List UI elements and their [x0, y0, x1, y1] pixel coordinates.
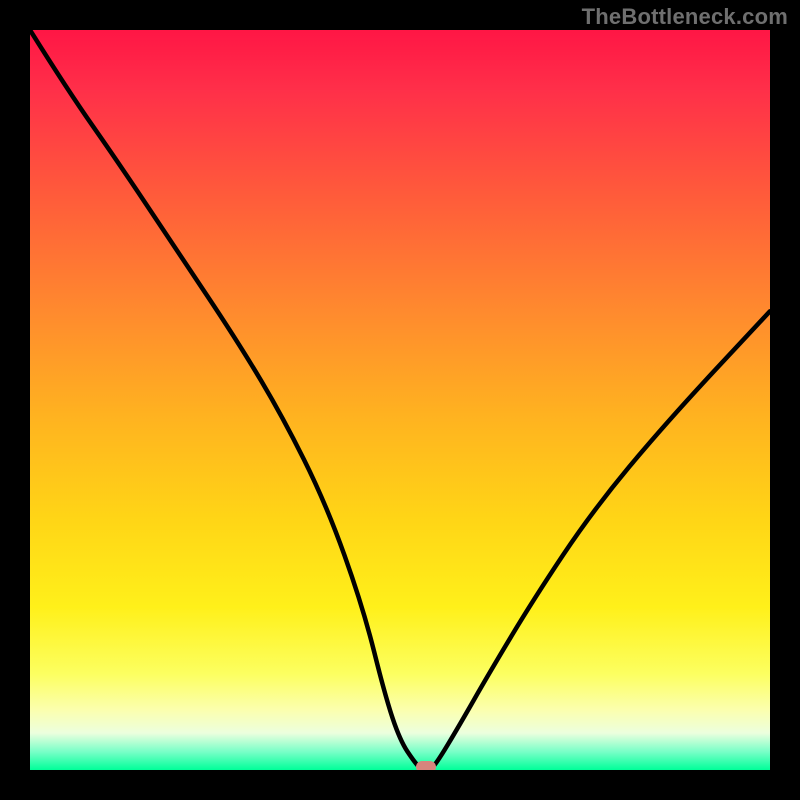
- bottleneck-curve: [30, 30, 770, 770]
- chart-container: TheBottleneck.com: [0, 0, 800, 800]
- watermark-label: TheBottleneck.com: [582, 4, 788, 30]
- plot-area: [30, 30, 770, 770]
- curve-path: [30, 30, 770, 770]
- optimal-marker: [416, 761, 436, 770]
